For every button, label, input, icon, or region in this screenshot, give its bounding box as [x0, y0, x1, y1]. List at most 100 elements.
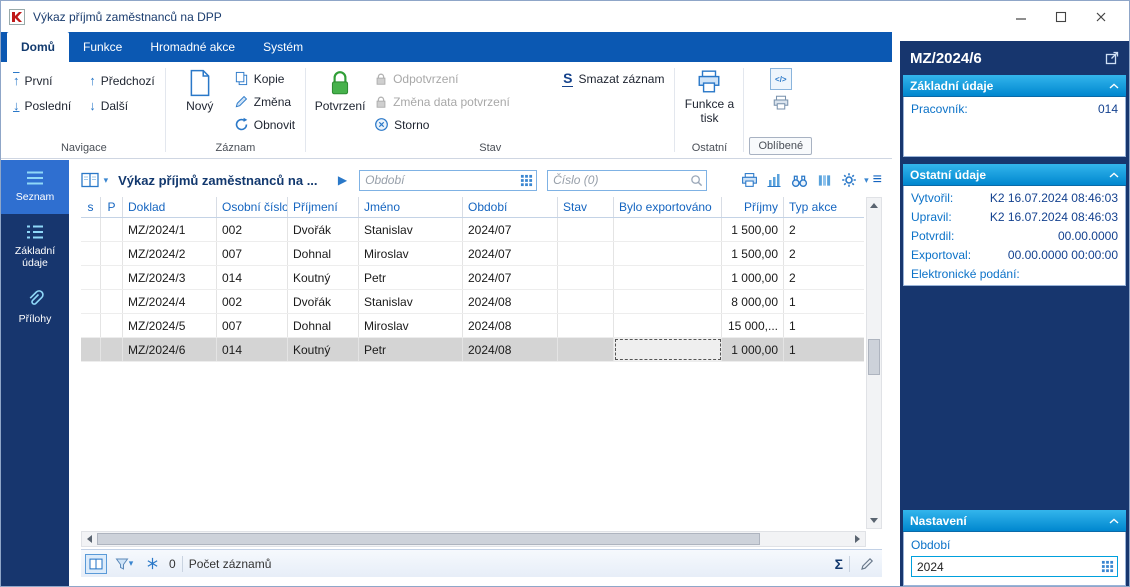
column-header[interactable]: Osobní číslo [217, 197, 288, 217]
column-header[interactable]: Doklad [123, 197, 217, 217]
next-button[interactable]: ↓ Další [84, 94, 160, 117]
table-row[interactable]: MZ/2024/5 007 Dohnal Miroslav 2024/08 15 000,… [81, 314, 864, 338]
scroll-right-button[interactable] [850, 532, 865, 546]
gear-dropdown-icon[interactable]: ▾ [864, 175, 869, 186]
first-button[interactable]: ↑ První [8, 69, 76, 92]
h-scroll-thumb[interactable] [97, 533, 760, 545]
arrow-to-bottom-icon: ↓ [13, 98, 20, 113]
column-header[interactable]: Období [463, 197, 558, 217]
search-input[interactable] [553, 173, 691, 187]
grid-picker-icon[interactable] [520, 174, 533, 187]
column-header[interactable]: Typ akce [784, 197, 864, 217]
h-scrollbar[interactable] [81, 531, 866, 547]
scroll-down-button[interactable] [867, 513, 881, 528]
tab-system[interactable]: Systém [249, 32, 317, 62]
table-cell [101, 290, 123, 313]
sidebar-item-prilohy[interactable]: Přílohy [1, 280, 69, 336]
change-confirm-date-button[interactable]: Změna data potvrzení [369, 90, 521, 113]
ribbon: ↑ První ↑ Předchozí ↓ Poslední ↓ Další Navig… [1, 62, 892, 159]
book-view-icon[interactable] [81, 170, 100, 190]
change-button[interactable]: Změna [229, 90, 300, 113]
ostatni-box: Vytvořil: K2 16.07.2024 08:46:03 Upravil… [903, 186, 1126, 286]
group-label-oblibene[interactable]: Oblíbené [749, 137, 813, 155]
table-cell: MZ/2024/1 [123, 218, 217, 241]
view-toggle-button[interactable] [85, 553, 107, 574]
table-row-selected[interactable]: MZ/2024/6 014 Koutný Petr 2024/08 1 000,00 1 [81, 338, 864, 362]
previous-button[interactable]: ↑ Předchozí [84, 69, 160, 92]
tab-funkce[interactable]: Funkce [69, 32, 136, 62]
refresh-button[interactable]: Obnovit [229, 113, 300, 136]
copy-button[interactable]: Kopie [229, 67, 300, 90]
chart-icon[interactable] [764, 170, 784, 190]
gear-icon[interactable] [839, 170, 859, 190]
menu-icon[interactable]: ≡ [873, 171, 882, 189]
collapse-chevron-icon[interactable] [1109, 82, 1119, 89]
column-header[interactable]: Jméno [359, 197, 463, 217]
table-cell: Koutný [288, 266, 359, 289]
column-header[interactable]: Příjmy [722, 197, 784, 217]
period-filter-input[interactable] [365, 173, 521, 187]
table-row[interactable]: MZ/2024/1 002 Dvořák Stanislav 2024/07 1 500,… [81, 218, 864, 242]
section-header-zakladni[interactable]: Základní údaje [903, 75, 1126, 97]
sum-button[interactable]: Σ [835, 556, 843, 572]
tab-hromadne-akce[interactable]: Hromadné akce [136, 32, 249, 62]
table-cell: 002 [217, 218, 288, 241]
expand-panel-icon[interactable] [1105, 51, 1119, 65]
unconfirm-button[interactable]: Odpotvrzení [369, 67, 521, 90]
maximize-button[interactable] [1041, 3, 1081, 31]
field-pracovnik[interactable]: Pracovník: 014 [904, 99, 1125, 118]
table-row[interactable]: MZ/2024/4 002 Dvořák Stanislav 2024/08 8 000,… [81, 290, 864, 314]
scroll-up-button[interactable] [867, 198, 881, 213]
search-icon[interactable] [690, 174, 703, 187]
open-list-icon[interactable]: ▶ [338, 173, 347, 187]
table-cell: Petr [359, 338, 463, 361]
table-cell: 007 [217, 314, 288, 337]
collapse-chevron-icon[interactable] [1109, 517, 1119, 524]
binoculars-icon[interactable] [789, 170, 809, 190]
filter-dropdown-icon: ▾ [128, 558, 134, 568]
section-header-ostatni[interactable]: Ostatní údaje [903, 164, 1126, 186]
v-scrollbar[interactable] [866, 197, 882, 529]
section-header-nastaveni[interactable]: Nastavení [903, 510, 1126, 532]
last-button[interactable]: ↓ Poslední [8, 94, 76, 117]
storno-button[interactable]: Storno [369, 113, 521, 136]
table-row[interactable]: MZ/2024/2 007 Dohnal Miroslav 2024/07 1 500,0… [81, 242, 864, 266]
chevron-down-icon[interactable]: ▾ [104, 175, 109, 186]
sidebar-item-zakladni-udaje[interactable]: Základní údaje [1, 214, 69, 280]
edit-button[interactable] [856, 554, 878, 574]
column-header[interactable]: s [81, 197, 101, 217]
scroll-left-button[interactable] [82, 532, 97, 546]
close-button[interactable] [1081, 3, 1121, 31]
favorite-print-button[interactable] [772, 94, 790, 112]
column-header[interactable]: Příjmení [288, 197, 359, 217]
v-scroll-thumb[interactable] [868, 339, 880, 375]
table-cell [101, 314, 123, 337]
table-row[interactable]: MZ/2024/3 014 Koutný Petr 2024/07 1 000,00 2 [81, 266, 864, 290]
tab-domu[interactable]: Domů [7, 32, 69, 62]
v-scroll-track[interactable] [867, 213, 881, 513]
table-cell [101, 266, 123, 289]
column-header[interactable]: P [101, 197, 123, 217]
minimize-button[interactable] [1001, 3, 1041, 31]
confirm-button[interactable]: Potvrzení [311, 64, 369, 114]
collapse-chevron-icon[interactable] [1109, 171, 1119, 178]
grid-picker-icon[interactable] [1101, 560, 1114, 573]
paperclip-icon [26, 289, 44, 308]
table-cell [81, 242, 101, 265]
new-button[interactable]: Nový [171, 64, 229, 114]
filter-button[interactable]: ▾ [113, 554, 135, 574]
column-header[interactable]: Bylo exportováno [614, 197, 722, 217]
period-input[interactable] [917, 559, 1101, 574]
print-icon[interactable] [739, 170, 759, 190]
freeze-button[interactable] [141, 554, 163, 574]
sidebar-item-seznam[interactable]: Seznam [1, 160, 69, 214]
columns-icon[interactable] [814, 170, 834, 190]
table-cell: 2024/07 [463, 242, 558, 265]
h-scroll-track[interactable] [97, 532, 850, 546]
main-content: ▾ Výkaz příjmů zaměstnanců na ... ▶ ▾ ≡ [69, 160, 892, 577]
column-header[interactable]: Stav [558, 197, 614, 217]
period-select-box [911, 556, 1118, 577]
functions-print-button[interactable]: Funkce a tisk [680, 64, 738, 126]
delete-record-button[interactable]: S Smazat záznam [557, 67, 669, 90]
favorite-code-button[interactable]: </> [769, 68, 792, 90]
